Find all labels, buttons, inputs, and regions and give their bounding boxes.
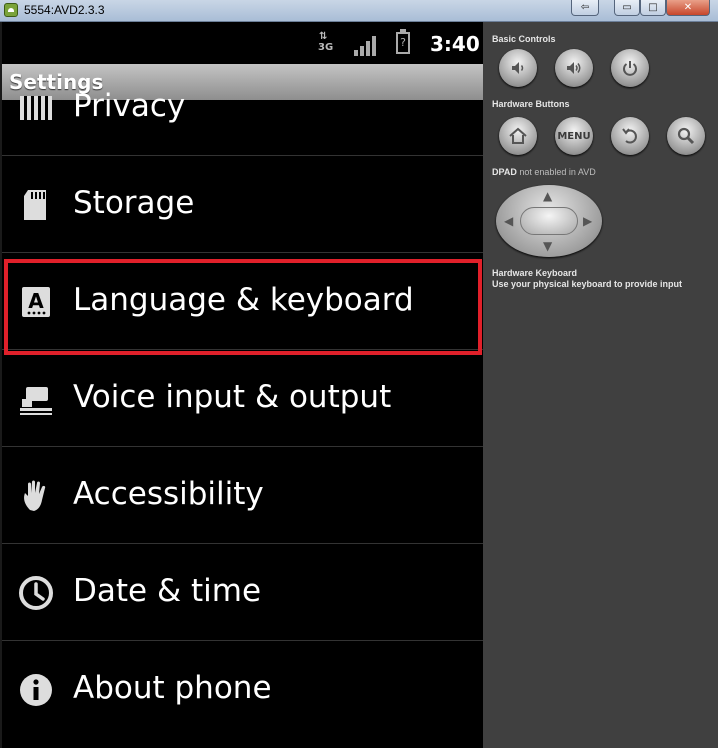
maximize-button[interactable]: □: [640, 0, 666, 16]
home-icon: [509, 127, 527, 144]
minimize-icon: ▭: [622, 1, 632, 13]
battery-icon: ?: [396, 29, 410, 54]
minimize-button[interactable]: ▭: [614, 0, 640, 16]
signal-strength-icon: [354, 34, 380, 56]
network-3g-icon: ⇅ 3G: [318, 31, 334, 53]
settings-item-accessibility[interactable]: Accessibility: [2, 448, 483, 544]
selection-highlight: [4, 259, 482, 355]
settings-item-label: Privacy: [73, 88, 186, 124]
settings-item-date-time[interactable]: Date & time: [2, 545, 483, 641]
settings-item-label: Accessibility: [73, 476, 264, 512]
dpad-up-icon: ▲: [543, 189, 553, 203]
info-icon: [20, 674, 52, 706]
settings-item-label: Date & time: [73, 573, 262, 609]
dpad-down-icon: ▼: [543, 239, 553, 253]
dpad-control[interactable]: ▲ ▼ ◀ ▶: [496, 185, 602, 257]
close-icon: ✕: [683, 1, 693, 13]
window-title: 5554:AVD2.3.3: [24, 3, 105, 17]
back-arrow-icon: ⇦: [580, 1, 590, 13]
dpad-right-icon: ▶: [583, 214, 593, 228]
voice-icon: [20, 387, 52, 415]
hardware-keyboard-label: Hardware Keyboard: [492, 268, 578, 278]
clock-icon: [19, 576, 53, 610]
window-back-button[interactable]: ⇦: [571, 0, 599, 16]
dpad-status: not enabled in AVD: [519, 167, 596, 177]
volume-down-icon: [512, 62, 524, 74]
back-icon: [622, 128, 637, 144]
settings-item-label: Storage: [73, 185, 195, 221]
power-button[interactable]: [611, 49, 649, 87]
dpad-left-icon: ◀: [504, 214, 514, 228]
search-icon: [677, 127, 695, 145]
volume-up-button[interactable]: [555, 49, 593, 87]
menu-button[interactable]: MENU: [555, 117, 593, 155]
settings-item-storage[interactable]: Storage: [2, 157, 483, 253]
status-time: 3:40: [430, 32, 480, 56]
settings-item-voice[interactable]: Voice input & output: [2, 351, 483, 447]
dpad-label: DPAD not enabled in AVD: [492, 167, 596, 177]
privacy-icon: [20, 96, 52, 120]
settings-item-label: About phone: [73, 670, 272, 706]
menu-label: MENU: [557, 130, 591, 142]
hand-icon: [24, 480, 46, 511]
hardware-buttons-label: Hardware Buttons: [492, 99, 570, 109]
settings-item-about-phone[interactable]: About phone: [2, 642, 483, 738]
emulator-control-panel: Basic Controls Hardware Buttons MENU DPA…: [483, 22, 718, 748]
volume-down-button[interactable]: [499, 49, 537, 87]
hardware-keyboard-desc: Use your physical keyboard to provide in…: [492, 279, 683, 289]
settings-item-privacy[interactable]: Privacy: [2, 60, 483, 156]
basic-controls-label: Basic Controls: [492, 34, 556, 44]
settings-item-label: Voice input & output: [73, 379, 392, 415]
search-button[interactable]: [667, 117, 705, 155]
close-button[interactable]: ✕: [666, 0, 710, 16]
power-icon: [623, 61, 637, 76]
window-titlebar: 5554:AVD2.3.3 ⇦ ▭ □ ✕: [0, 0, 718, 22]
status-bar: ⇅ 3G ? 3:40: [2, 22, 483, 64]
back-button[interactable]: [611, 117, 649, 155]
android-app-icon: [4, 3, 18, 17]
emulator-screen: ⇅ 3G ? 3:40 Settings Privacy Storage A L…: [2, 22, 483, 748]
dpad-center-button[interactable]: [520, 207, 578, 235]
home-button[interactable]: [499, 117, 537, 155]
sd-card-icon: [24, 190, 46, 220]
hardware-keyboard-info: Hardware Keyboard Use your physical keyb…: [492, 268, 682, 290]
volume-up-icon: [567, 62, 581, 74]
maximize-icon: □: [648, 1, 658, 13]
